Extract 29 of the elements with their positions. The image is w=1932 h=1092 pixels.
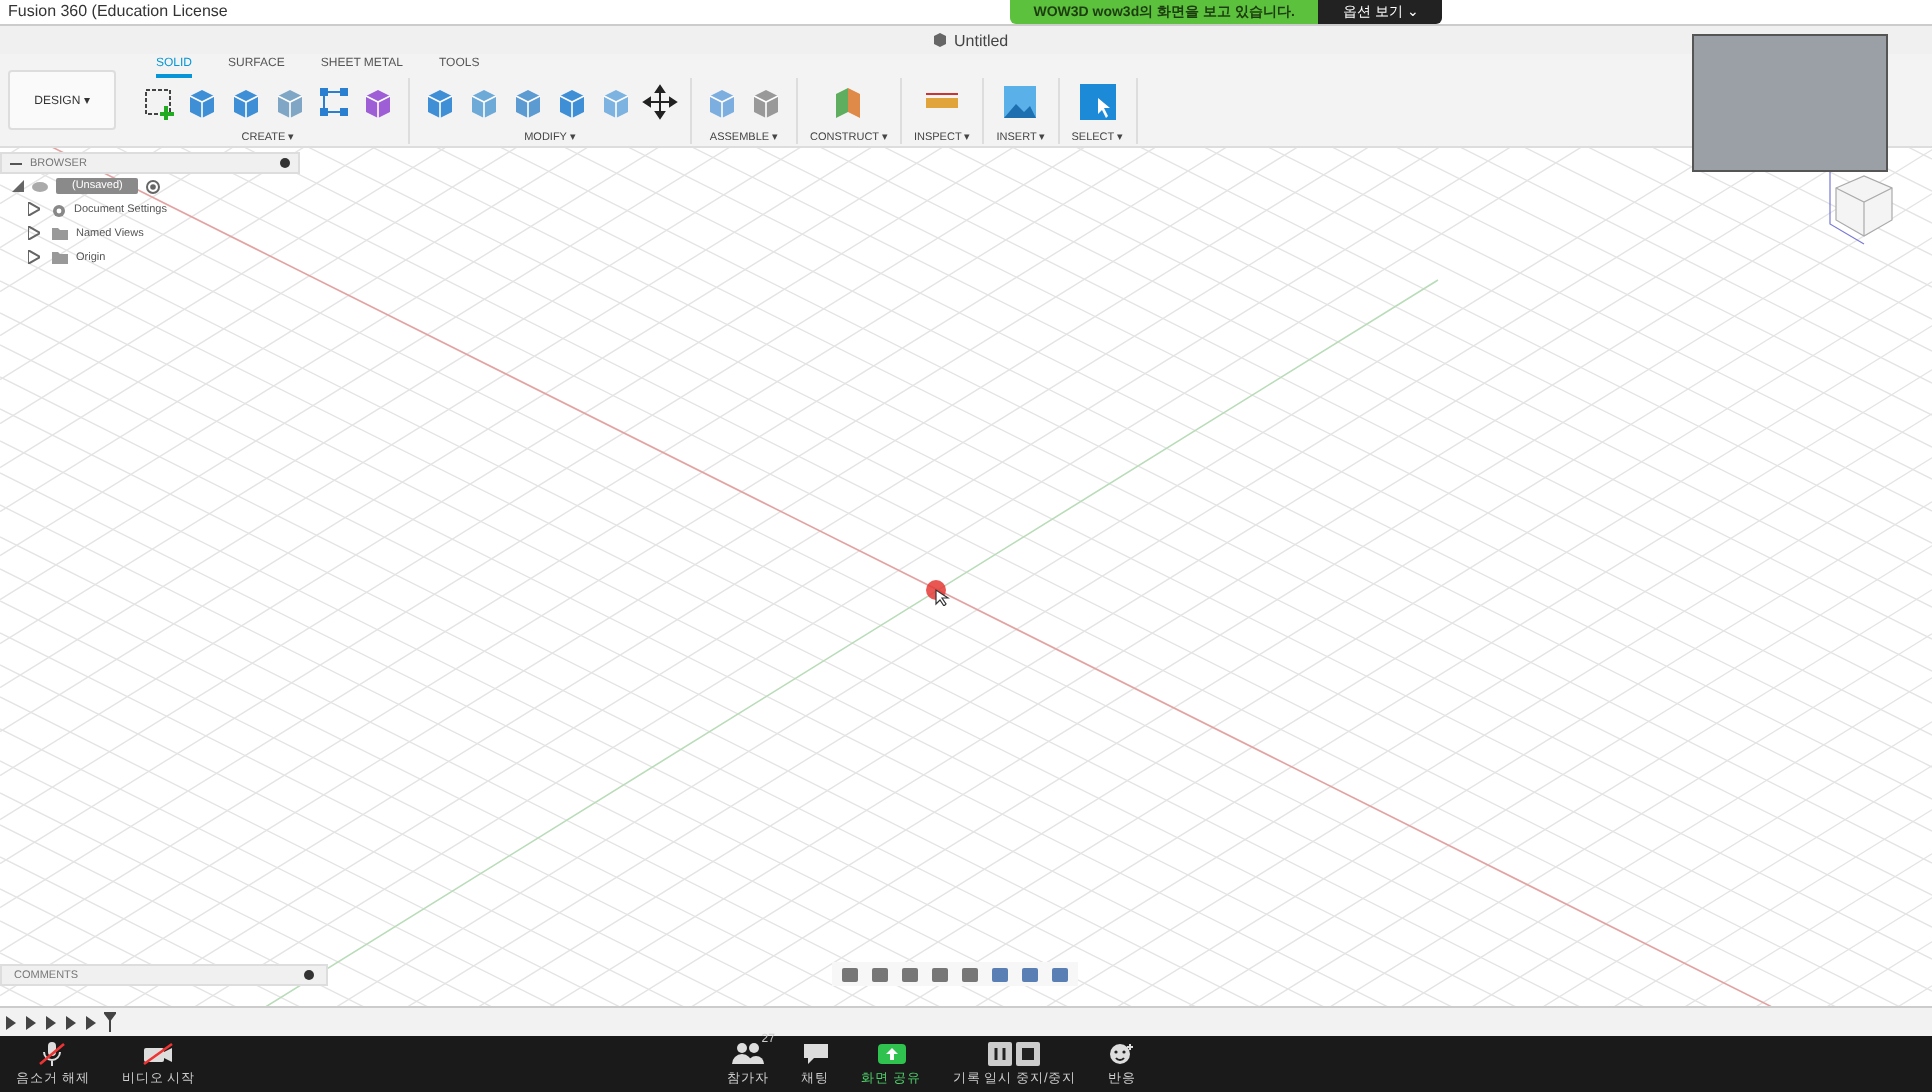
- dot-icon[interactable]: [280, 158, 290, 168]
- people-icon: [732, 1041, 765, 1065]
- gear-icon: [52, 203, 66, 217]
- chat-icon: [801, 1041, 830, 1065]
- muted-microphone-icon: [38, 1041, 67, 1065]
- expand-triangle-icon[interactable]: [28, 250, 44, 266]
- dot-icon[interactable]: [304, 970, 314, 980]
- play-icon[interactable]: [44, 1015, 58, 1029]
- view-cube-icon[interactable]: [1824, 168, 1896, 248]
- smiley-icon: [1107, 1041, 1136, 1065]
- radio-icon[interactable]: [146, 179, 161, 193]
- cube-icon: [932, 32, 948, 48]
- expand-triangle-icon[interactable]: [28, 226, 44, 242]
- app-title: Fusion 360 (Education License: [8, 2, 228, 20]
- cursor-icon[interactable]: [1079, 83, 1116, 119]
- expand-triangle-icon[interactable]: [28, 202, 44, 218]
- timeline-marker-icon[interactable]: [104, 1012, 116, 1032]
- share-screen-icon: [875, 1041, 908, 1065]
- pattern-icon[interactable]: [316, 83, 352, 119]
- cursor-highlight-icon: [924, 578, 952, 606]
- collapse-icon[interactable]: [10, 159, 22, 167]
- move-icon[interactable]: [642, 83, 678, 119]
- image-icon[interactable]: [1002, 83, 1039, 119]
- expanded-triangle-icon[interactable]: [12, 180, 24, 192]
- document-name: Untitled: [954, 31, 1009, 49]
- sketch-icon[interactable]: [140, 83, 176, 119]
- eye-icon[interactable]: [32, 181, 48, 191]
- pause-stop-icon: [988, 1041, 1041, 1065]
- video-off-icon: [142, 1041, 175, 1065]
